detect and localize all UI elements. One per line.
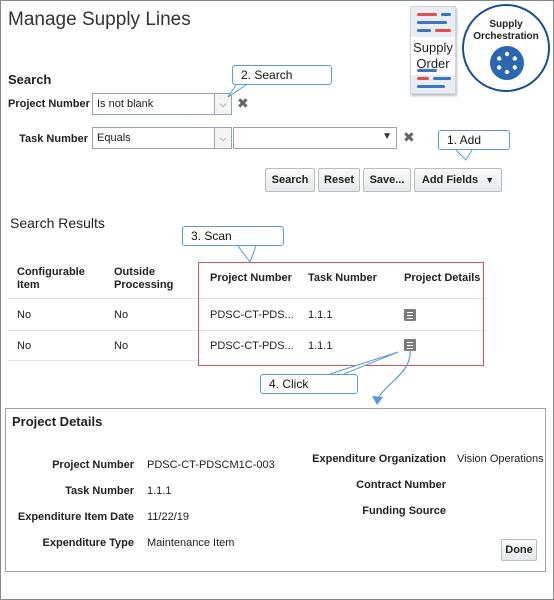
- detail-label-funding-source: Funding Source: [362, 505, 446, 517]
- detail-label-task-number: Task Number: [65, 485, 134, 497]
- project-details-title: Project Details: [12, 414, 103, 429]
- detail-label-expenditure-item-date: Expenditure Item Date: [17, 511, 134, 523]
- detail-value-project-number: PDSC-CT-PDSCM1C-003: [147, 459, 275, 471]
- callout-step-1-pointer: [455, 149, 473, 161]
- detail-value-expenditure-organization: Vision Operations: [457, 453, 544, 465]
- callout-step-3-pointer: [237, 245, 257, 264]
- detail-label-contract-number: Contract Number: [356, 479, 446, 491]
- done-button[interactable]: Done: [501, 539, 537, 561]
- detail-value-expenditure-type: Maintenance Item: [147, 537, 235, 549]
- detail-label-project-number: Project Number: [52, 459, 134, 471]
- project-details-panel: Project Details Project Number PDSC-CT-P…: [5, 408, 546, 572]
- callout-step-4-pointer: [329, 351, 399, 375]
- arrow-head-icon: [372, 396, 383, 405]
- callout-step-2-pointer: [227, 84, 247, 98]
- detail-label-expenditure-type: Expenditure Type: [42, 537, 134, 549]
- detail-value-task-number: 1.1.1: [147, 485, 172, 497]
- detail-label-expenditure-organization: Expenditure Organization: [312, 453, 446, 465]
- detail-value-expenditure-item-date: 11/22/19: [147, 511, 190, 523]
